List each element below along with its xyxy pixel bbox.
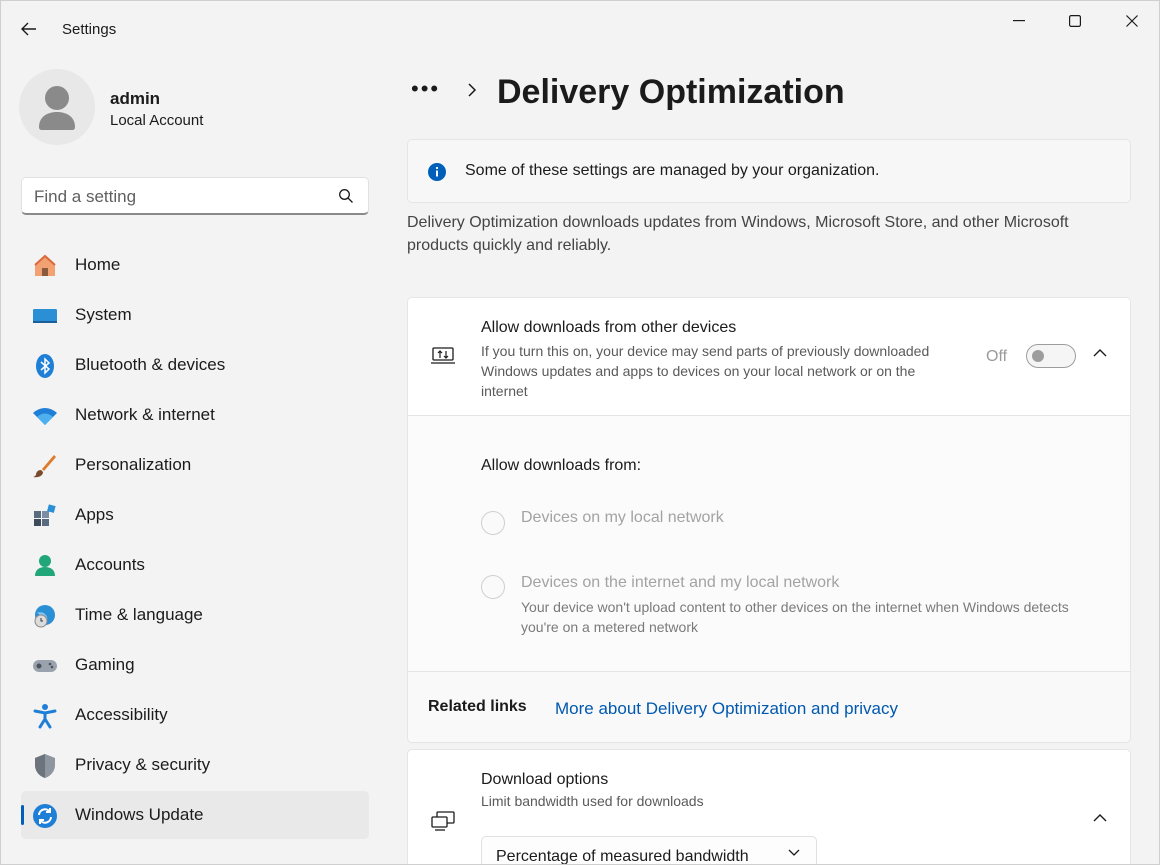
globe-clock-icon bbox=[32, 603, 58, 629]
sidebar-item-windows-update[interactable]: Windows Update bbox=[21, 791, 369, 839]
sidebar-item-label: System bbox=[75, 305, 132, 324]
download-options-title: Download options bbox=[481, 771, 609, 788]
minimize-icon bbox=[1013, 20, 1025, 22]
allow-downloads-header[interactable]: Allow downloads from other devices If yo… bbox=[408, 298, 1130, 416]
wifi-icon bbox=[32, 403, 58, 429]
sidebar-item-label: Gaming bbox=[75, 655, 135, 674]
sidebar-item-accounts[interactable]: Accounts bbox=[21, 541, 369, 589]
download-options-description: Limit bandwidth used for downloads bbox=[481, 793, 704, 809]
back-arrow-icon bbox=[21, 22, 36, 36]
settings-window: Settings admin Local Account Home bbox=[0, 0, 1160, 865]
app-title: Settings bbox=[62, 21, 117, 38]
sidebar-item-label: Windows Update bbox=[75, 805, 204, 824]
allow-downloads-description: If you turn this on, your device may sen… bbox=[481, 343, 930, 399]
maximize-button[interactable] bbox=[1052, 7, 1098, 35]
sidebar-item-gaming[interactable]: Gaming bbox=[21, 641, 369, 689]
allow-downloads-title: Allow downloads from other devices bbox=[481, 319, 737, 336]
sidebar-item-bluetooth[interactable]: Bluetooth & devices bbox=[21, 341, 369, 389]
avatar[interactable] bbox=[19, 69, 95, 145]
sidebar-item-label: Time & language bbox=[75, 605, 203, 624]
sidebar-item-label: Privacy & security bbox=[75, 755, 211, 774]
account-type: Local Account bbox=[110, 112, 204, 129]
sidebar-item-label: Accounts bbox=[75, 555, 145, 574]
sidebar-item-label: Network & internet bbox=[75, 405, 215, 424]
search-box[interactable] bbox=[21, 177, 369, 215]
chevron-right-icon bbox=[468, 83, 477, 97]
breadcrumb-overflow-button[interactable]: ••• bbox=[411, 76, 440, 102]
toggle-knob bbox=[1032, 350, 1044, 362]
close-icon bbox=[1126, 15, 1138, 27]
shield-icon bbox=[32, 753, 58, 779]
sidebar-item-accessibility[interactable]: Accessibility bbox=[21, 691, 369, 739]
accessibility-icon bbox=[32, 703, 58, 729]
user-name: admin bbox=[110, 89, 161, 108]
close-button[interactable] bbox=[1109, 7, 1155, 35]
bluetooth-icon bbox=[32, 353, 58, 379]
active-indicator bbox=[21, 805, 24, 825]
download-options-card: Download options Limit bandwidth used fo… bbox=[407, 749, 1131, 865]
related-links-label: Related links bbox=[428, 698, 527, 715]
minimize-button[interactable] bbox=[996, 7, 1042, 35]
sidebar-item-label: Accessibility bbox=[75, 705, 168, 724]
maximize-icon bbox=[1069, 15, 1081, 27]
sidebar-item-home[interactable]: Home bbox=[21, 241, 369, 289]
radio-internet-and-local[interactable] bbox=[481, 575, 505, 599]
sidebar-item-privacy-security[interactable]: Privacy & security bbox=[21, 741, 369, 789]
sidebar-item-personalization[interactable]: Personalization bbox=[21, 441, 369, 489]
accounts-icon bbox=[32, 553, 58, 579]
allow-downloads-toggle[interactable] bbox=[1026, 344, 1076, 368]
info-icon bbox=[428, 163, 446, 181]
sidebar-item-label: Bluetooth & devices bbox=[75, 355, 226, 374]
related-links-section: Related links More about Delivery Optimi… bbox=[408, 671, 1130, 742]
radio-local-network[interactable] bbox=[481, 511, 505, 535]
radio-internet-and-local-description: Your device won't upload content to othe… bbox=[521, 599, 1069, 635]
page-description: Delivery Optimization downloads updates … bbox=[407, 214, 1069, 254]
sidebar-nav: Home System Bluetooth & devices Network … bbox=[21, 241, 369, 841]
radio-local-network-label: Devices on my local network bbox=[521, 509, 724, 526]
page-title: Delivery Optimization bbox=[497, 73, 845, 111]
allow-downloads-from-heading: Allow downloads from: bbox=[481, 457, 642, 474]
bandwidth-mode-dropdown[interactable]: Percentage of measured bandwidth bbox=[481, 836, 817, 865]
chevron-down-icon bbox=[788, 849, 800, 856]
sidebar-item-label: Personalization bbox=[75, 455, 192, 474]
sidebar-item-time-language[interactable]: Time & language bbox=[21, 591, 369, 639]
gamepad-icon bbox=[32, 653, 58, 679]
sidebar-item-apps[interactable]: Apps bbox=[21, 491, 369, 539]
privacy-link[interactable]: More about Delivery Optimization and pri… bbox=[555, 699, 898, 719]
sidebar-item-label: Home bbox=[75, 255, 121, 274]
bandwidth-icon bbox=[431, 811, 455, 831]
managed-info-bar: Some of these settings are managed by yo… bbox=[407, 139, 1131, 203]
toggle-state-label: Off bbox=[986, 348, 1008, 365]
transfer-devices-icon bbox=[431, 347, 455, 364]
apps-icon bbox=[32, 503, 58, 529]
home-icon bbox=[32, 253, 58, 279]
title-bar: Settings bbox=[1, 1, 1159, 49]
allow-downloads-card: Allow downloads from other devices If yo… bbox=[407, 297, 1131, 743]
search-icon[interactable] bbox=[338, 188, 354, 204]
brush-icon bbox=[32, 453, 58, 479]
chevron-up-icon[interactable] bbox=[1092, 813, 1108, 823]
dropdown-value: Percentage of measured bandwidth bbox=[496, 848, 749, 865]
user-icon bbox=[39, 86, 75, 130]
info-text: Some of these settings are managed by yo… bbox=[465, 162, 880, 179]
update-icon bbox=[32, 803, 58, 829]
back-button[interactable] bbox=[15, 15, 43, 43]
sidebar-item-network[interactable]: Network & internet bbox=[21, 391, 369, 439]
radio-internet-and-local-label: Devices on the internet and my local net… bbox=[521, 574, 840, 591]
system-icon bbox=[32, 303, 58, 329]
search-input[interactable] bbox=[34, 186, 324, 208]
sidebar-item-system[interactable]: System bbox=[21, 291, 369, 339]
sidebar-item-label: Apps bbox=[75, 505, 114, 524]
chevron-up-icon[interactable] bbox=[1092, 348, 1108, 358]
